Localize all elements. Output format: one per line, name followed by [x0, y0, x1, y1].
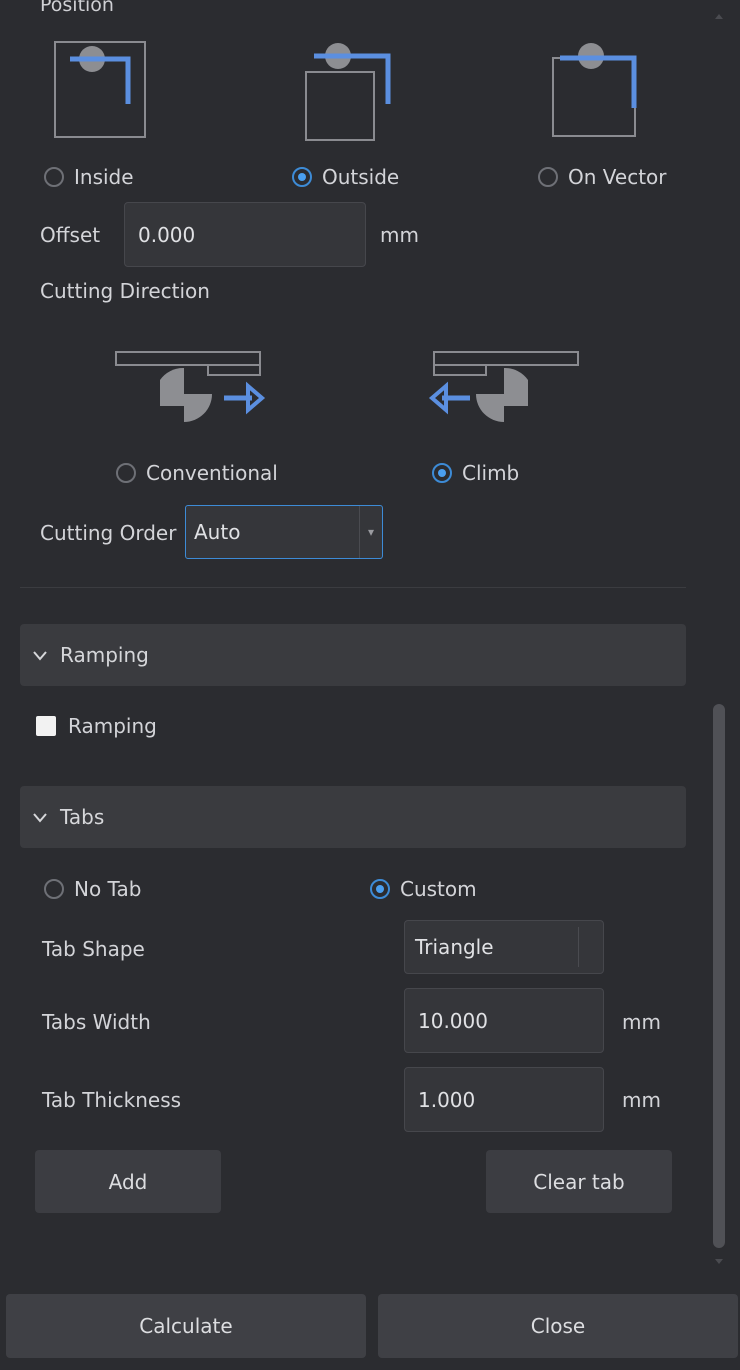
- checkbox-box: [36, 716, 56, 736]
- chevron-down-icon: [33, 651, 47, 661]
- inside-label: Inside: [74, 165, 134, 189]
- ramping-header-label: Ramping: [60, 643, 149, 667]
- cutting-order-value: Auto: [194, 520, 241, 544]
- conventional-label: Conventional: [146, 461, 278, 485]
- scroll-up-icon[interactable]: [712, 10, 726, 22]
- radio-indicator: [538, 167, 558, 187]
- cutting-direction-title: Cutting Direction: [40, 279, 210, 303]
- tab-thickness-label: Tab Thickness: [42, 1088, 182, 1112]
- ramping-checkbox[interactable]: Ramping: [36, 714, 157, 738]
- scrollbar-thumb[interactable]: [713, 704, 725, 1248]
- tabs-width-unit: mm: [622, 1010, 661, 1034]
- custom-radio[interactable]: Custom: [370, 877, 477, 901]
- dropdown-divider: [578, 927, 603, 967]
- tab-thickness-input[interactable]: 1.000: [404, 1067, 604, 1132]
- on-vector-label: On Vector: [568, 165, 667, 189]
- offset-label: Offset: [40, 223, 101, 247]
- ramping-checkbox-label: Ramping: [68, 714, 157, 738]
- close-button[interactable]: Close: [378, 1294, 738, 1358]
- radio-indicator: [370, 879, 390, 899]
- conventional-radio[interactable]: Conventional: [116, 461, 278, 485]
- tabs-group-header[interactable]: Tabs: [20, 786, 686, 848]
- tabs-header-label: Tabs: [60, 805, 105, 829]
- tab-shape-select[interactable]: Triangle: [404, 920, 604, 974]
- climb-label: Climb: [462, 461, 520, 485]
- offset-input[interactable]: 0.000: [124, 202, 366, 267]
- ramping-group-header[interactable]: Ramping: [20, 624, 686, 686]
- on-vector-radio[interactable]: On Vector: [538, 165, 667, 189]
- inside-radio[interactable]: Inside: [44, 165, 134, 189]
- cutting-order-select[interactable]: Auto ▾: [185, 505, 383, 559]
- cutting-order-label: Cutting Order: [40, 521, 177, 545]
- tabs-width-input[interactable]: 10.000: [404, 988, 604, 1053]
- offset-unit: mm: [380, 223, 419, 247]
- outside-radio[interactable]: Outside: [292, 165, 399, 189]
- climb-direction-diagram: [428, 351, 579, 422]
- add-tab-button[interactable]: Add: [35, 1150, 221, 1213]
- radio-indicator: [432, 463, 452, 483]
- position-title: Position: [40, 0, 114, 16]
- tabs-width-label: Tabs Width: [42, 1010, 151, 1034]
- radio-indicator: [292, 167, 312, 187]
- climb-radio[interactable]: Climb: [432, 461, 519, 485]
- clear-tab-button[interactable]: Clear tab: [486, 1150, 672, 1213]
- outside-label: Outside: [322, 165, 400, 189]
- outside-position-diagram: [305, 43, 391, 141]
- custom-label: Custom: [400, 877, 477, 901]
- tab-thickness-unit: mm: [622, 1088, 661, 1112]
- inside-position-diagram: [54, 41, 146, 138]
- chevron-down-icon: [33, 813, 47, 823]
- section-divider: [20, 587, 686, 588]
- tab-shape-label: Tab Shape: [42, 937, 145, 961]
- radio-indicator: [116, 463, 136, 483]
- no-tab-radio[interactable]: No Tab: [44, 877, 141, 901]
- scroll-down-icon[interactable]: [712, 1256, 726, 1268]
- chevron-down-icon: ▾: [359, 506, 382, 558]
- tab-shape-value: Triangle: [415, 935, 494, 959]
- radio-indicator: [44, 879, 64, 899]
- calculate-button[interactable]: Calculate: [6, 1294, 366, 1358]
- on-vector-position-diagram: [552, 43, 637, 137]
- no-tab-label: No Tab: [74, 877, 142, 901]
- radio-indicator: [44, 167, 64, 187]
- conventional-direction-diagram: [115, 351, 266, 422]
